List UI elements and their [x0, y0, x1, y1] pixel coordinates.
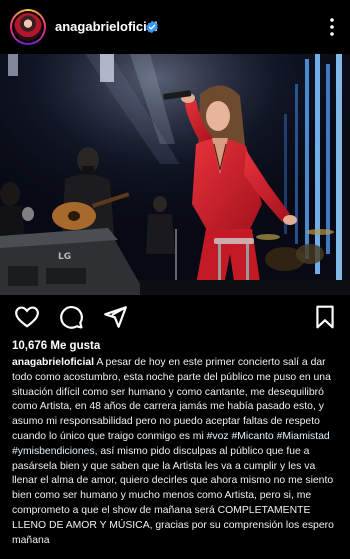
concert-photo: LG — [0, 54, 350, 295]
bookmark-icon[interactable] — [312, 304, 338, 330]
comment-icon[interactable] — [58, 304, 84, 330]
more-options-icon[interactable] — [328, 15, 336, 39]
share-icon[interactable] — [102, 304, 128, 330]
avatar[interactable] — [10, 9, 46, 45]
post-caption: anagabrieloficial A pesar de hoy en este… — [12, 356, 342, 548]
hashtag-miamistad[interactable]: #Miamistad — [277, 431, 330, 442]
hashtag-ymisbendiciones[interactable]: #ymisbendiciones — [12, 446, 95, 457]
caption-username[interactable]: anagabrieloficial — [12, 357, 94, 368]
action-bar — [0, 295, 350, 337]
heart-icon[interactable] — [14, 304, 40, 330]
avatar-image — [14, 13, 42, 41]
monitor-brand-label: LG — [58, 252, 71, 262]
hashtag-voz[interactable]: #voz — [207, 431, 229, 442]
caption-text-1: A pesar de hoy en este primer concierto … — [12, 357, 331, 442]
hashtag-micanto[interactable]: #Micanto — [232, 431, 274, 442]
post-username[interactable]: anagabrieloficial — [55, 19, 158, 34]
post-photo[interactable]: LG — [0, 54, 350, 295]
post-header: anagabrieloficial — [0, 0, 350, 54]
caption-text-5: , así mismo pido disculpas al público qu… — [12, 445, 334, 546]
likes-count[interactable]: 10,676 Me gusta — [12, 340, 100, 352]
verified-badge-icon — [146, 20, 158, 34]
